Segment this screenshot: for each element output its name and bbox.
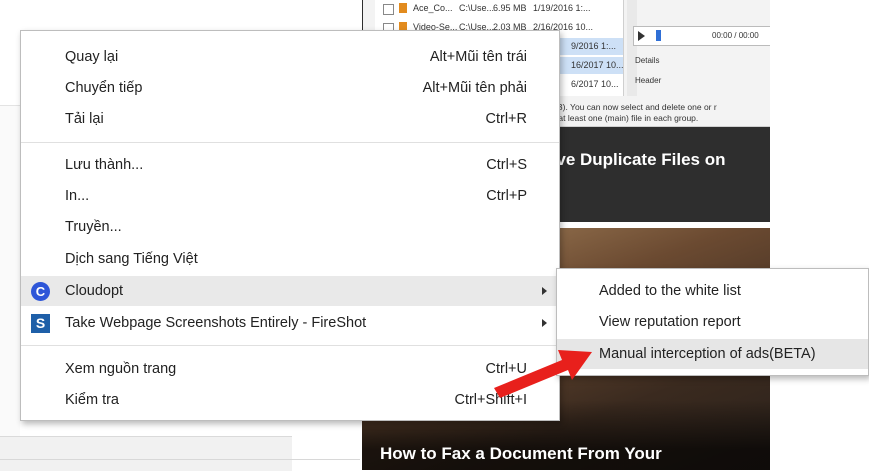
chevron-right-icon xyxy=(542,319,547,327)
file-date: 16/2017 10... xyxy=(571,60,624,70)
article-title-2[interactable]: How to Fax a Document From Your xyxy=(380,444,662,464)
page-footer-strip xyxy=(0,436,292,471)
menu-item-view-source[interactable]: Xem nguồn trang Ctrl+U xyxy=(21,354,559,384)
menu-item-translate[interactable]: Dịch sang Tiếng Việt xyxy=(21,244,559,274)
menu-item-print[interactable]: In... Ctrl+P xyxy=(21,181,559,211)
submenu-item-label: View reputation report xyxy=(599,314,741,330)
fireshot-icon: S xyxy=(31,314,50,333)
annotation-arrow-icon xyxy=(494,350,592,398)
context-menu: Quay lại Alt+Mũi tên trái Chuyển tiếp Al… xyxy=(20,30,560,421)
article-title-1[interactable]: ove Duplicate Files on xyxy=(546,150,726,170)
menu-item-label: Chuyển tiếp xyxy=(65,80,143,96)
menu-item-label: Quay lại xyxy=(65,49,119,65)
menu-item-label: In... xyxy=(65,188,90,204)
file-date: 6/2017 10... xyxy=(571,79,619,89)
menu-item-label: Truyền... xyxy=(65,219,122,235)
file-name: Ace_Co... xyxy=(413,3,453,13)
submenu-item-reputation-report[interactable]: View reputation report xyxy=(557,307,868,337)
header-label: Header xyxy=(635,76,662,85)
details-label: Details xyxy=(635,56,660,65)
menu-item-label: Take Webpage Screenshots Entirely - Fire… xyxy=(65,315,367,331)
menu-item-reload[interactable]: Tải lại Ctrl+R xyxy=(21,104,559,134)
menu-item-shortcut: Ctrl+R xyxy=(485,111,528,127)
menu-item-save-as[interactable]: Lưu thành... Ctrl+S xyxy=(21,150,559,180)
menu-item-back[interactable]: Quay lại Alt+Mũi tên trái xyxy=(21,42,559,72)
menu-item-inspect[interactable]: Kiểm tra Ctrl+Shift+I xyxy=(21,385,559,415)
submenu-item-manual-interception[interactable]: Manual interception of ads(BETA) xyxy=(557,339,868,369)
seek-slider xyxy=(656,30,661,41)
cloudopt-icon: C xyxy=(31,282,50,301)
menu-item-shortcut: Ctrl+S xyxy=(486,157,527,173)
menu-item-label: Tải lại xyxy=(65,111,104,127)
file-date: 9/2016 1:... xyxy=(571,41,617,51)
file-size: 6.95 MB xyxy=(493,3,527,13)
play-icon xyxy=(638,31,645,41)
file-row: Ace_Co... C:\Use... 6.95 MB 1/19/2016 1:… xyxy=(375,0,623,17)
menu-item-shortcut: Ctrl+P xyxy=(486,188,527,204)
menu-separator xyxy=(21,142,559,143)
checkbox xyxy=(383,4,394,15)
file-date: 1/19/2016 1:... xyxy=(533,3,591,13)
menu-item-shortcut: Alt+Mũi tên trái xyxy=(429,49,527,65)
menu-item-cloudopt[interactable]: C Cloudopt xyxy=(21,276,559,306)
page-sidebar-strip xyxy=(0,105,20,436)
menu-item-label: Lưu thành... xyxy=(65,157,144,173)
media-player: 00:00 / 00:00 xyxy=(633,26,770,46)
page-right-margin xyxy=(770,0,869,470)
file-icon xyxy=(399,3,407,13)
submenu-item-white-list[interactable]: Added to the white list xyxy=(557,276,868,306)
submenu-item-label: Added to the white list xyxy=(599,283,741,299)
file-path: C:\Use... xyxy=(459,3,495,13)
menu-item-shortcut: Alt+Mũi tên phải xyxy=(422,80,527,96)
chevron-right-icon xyxy=(542,287,547,295)
divider xyxy=(0,459,360,460)
menu-item-fireshot[interactable]: S Take Webpage Screenshots Entirely - Fi… xyxy=(21,308,559,338)
player-time: 00:00 / 00:00 xyxy=(712,31,759,40)
menu-separator xyxy=(21,345,559,346)
menu-item-forward[interactable]: Chuyển tiếp Alt+Mũi tên phải xyxy=(21,73,559,103)
submenu-item-label: Manual interception of ads(BETA) xyxy=(599,346,816,362)
cloudopt-submenu: Added to the white list View reputation … xyxy=(556,268,869,376)
menu-item-label: Dịch sang Tiếng Việt xyxy=(65,251,198,267)
menu-item-cast[interactable]: Truyền... xyxy=(21,212,559,242)
menu-item-label: Xem nguồn trang xyxy=(65,361,177,377)
menu-item-label: Kiểm tra xyxy=(65,392,119,408)
menu-item-label: Cloudopt xyxy=(65,283,124,299)
